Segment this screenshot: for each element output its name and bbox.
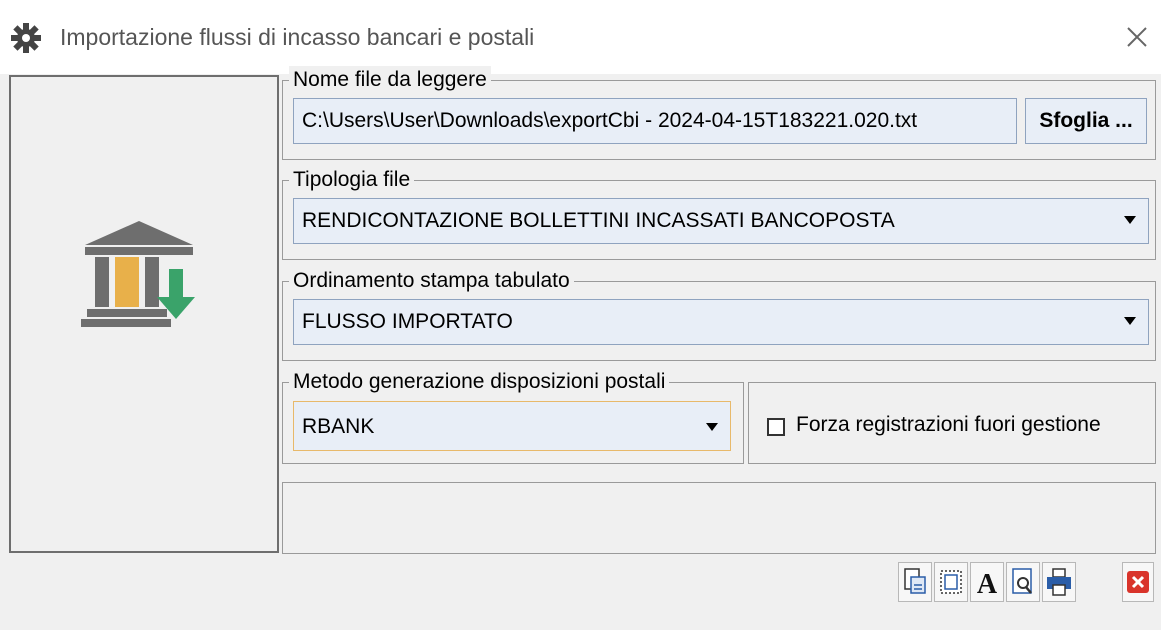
preview-icon <box>1012 568 1032 594</box>
force-registrations-checkbox[interactable] <box>767 418 785 436</box>
file-group: Nome file da leggere C:\Users\User\Downl… <box>282 66 1156 160</box>
bank-import-icon <box>81 221 195 327</box>
font-button[interactable]: A <box>970 562 1004 602</box>
close-red-button[interactable] <box>1122 562 1154 602</box>
method-legend: Metodo generazione disposizioni postali <box>289 368 670 396</box>
select-area-icon <box>940 570 962 594</box>
browse-button[interactable]: Sfoglia ... <box>1025 98 1147 144</box>
print-icon <box>1047 568 1071 596</box>
gear-icon <box>11 23 41 53</box>
chevron-down-icon[interactable] <box>1124 317 1136 325</box>
file-type-legend: Tipologia file <box>289 166 415 194</box>
file-path-input[interactable]: C:\Users\User\Downloads\exportCbi - 2024… <box>293 98 1017 144</box>
method-select[interactable]: RBANK <box>293 401 731 451</box>
force-option-group: Forza registrazioni fuori gestione <box>748 382 1156 464</box>
print-order-group: Ordinamento stampa tabulato FLUSSO IMPOR… <box>282 267 1156 361</box>
file-type-group: Tipologia file RENDICONTAZIONE BOLLETTIN… <box>282 166 1156 260</box>
export-button[interactable] <box>898 562 932 602</box>
close-icon[interactable] <box>1122 22 1152 52</box>
icon-panel <box>9 75 279 553</box>
chevron-down-icon[interactable] <box>706 423 718 431</box>
file-type-value: RENDICONTAZIONE BOLLETTINI INCASSATI BAN… <box>302 209 895 232</box>
force-registrations-label[interactable]: Forza registrazioni fuori gestione <box>796 413 1101 437</box>
status-panel <box>282 482 1156 554</box>
print-order-legend: Ordinamento stampa tabulato <box>289 267 574 295</box>
print-order-select[interactable]: FLUSSO IMPORTATO <box>293 299 1149 345</box>
font-icon: A <box>977 569 998 600</box>
file-group-legend: Nome file da leggere <box>289 66 491 94</box>
export-icon <box>904 568 926 594</box>
select-area-button[interactable] <box>934 562 968 602</box>
svg-text:A: A <box>977 569 998 600</box>
file-type-select[interactable]: RENDICONTAZIONE BOLLETTINI INCASSATI BAN… <box>293 198 1149 244</box>
window-title: Importazione flussi di incasso bancari e… <box>60 24 535 50</box>
chevron-down-icon[interactable] <box>1124 216 1136 224</box>
print-order-value: FLUSSO IMPORTATO <box>302 310 513 333</box>
method-group: Metodo generazione disposizioni postali … <box>282 368 744 464</box>
method-value: RBANK <box>302 415 375 438</box>
print-button[interactable] <box>1042 562 1076 602</box>
title-bar: Importazione flussi di incasso bancari e… <box>0 0 1161 74</box>
close-red-icon <box>1127 571 1149 593</box>
preview-button[interactable] <box>1006 562 1040 602</box>
